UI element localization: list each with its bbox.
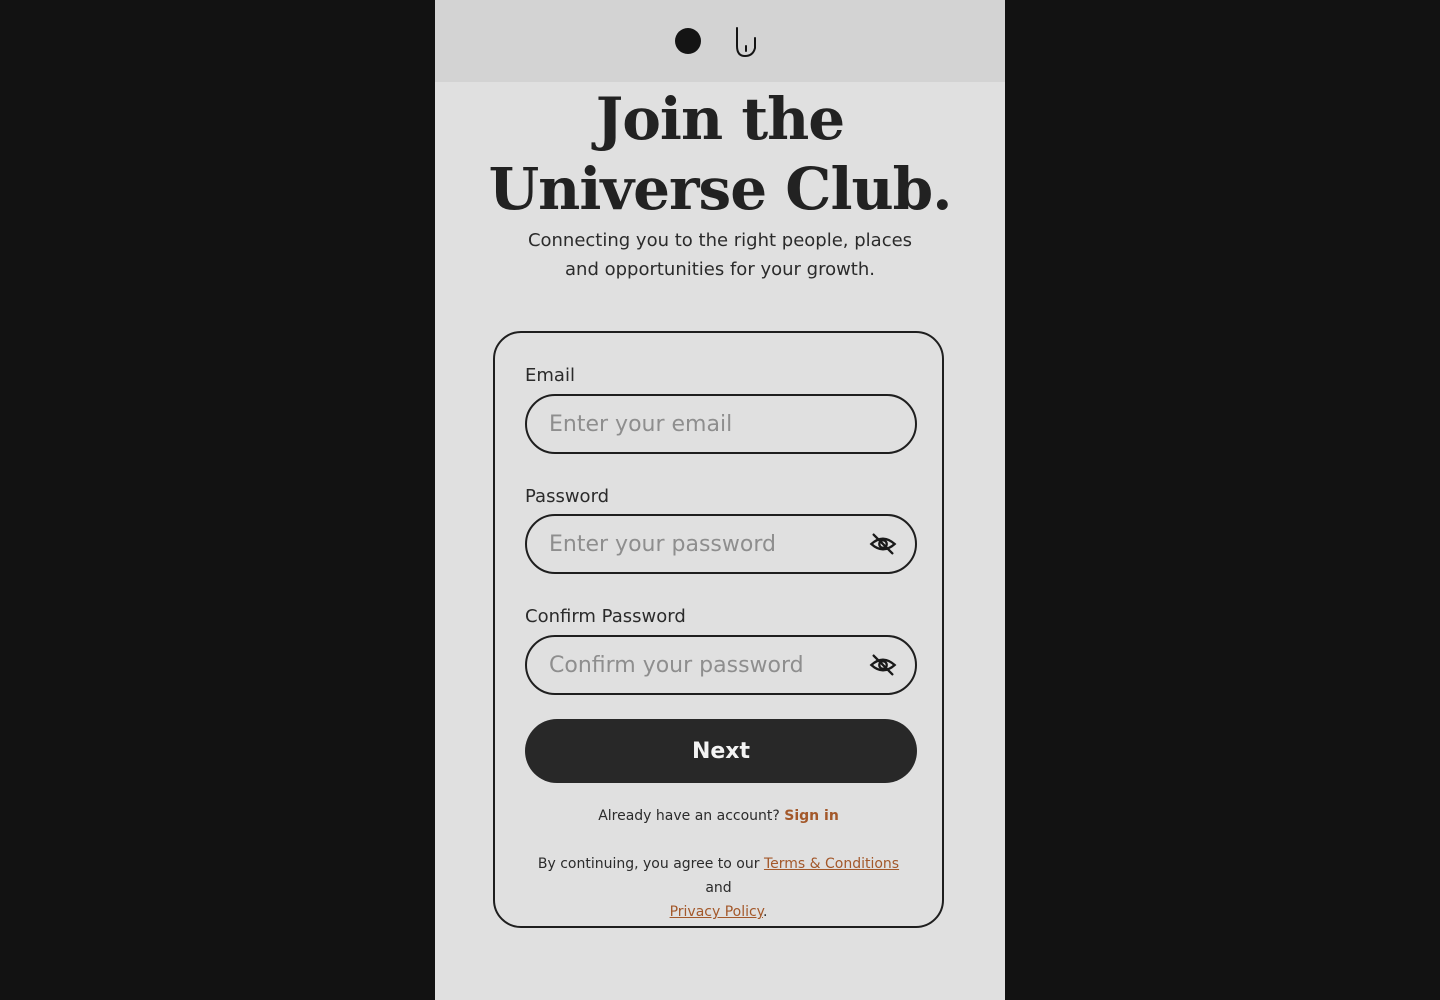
signin-prompt-text: Already have an account?: [598, 808, 780, 824]
confirm-password-label: Confirm Password: [525, 606, 686, 627]
signin-prompt-line: Already have an account? Sign in: [495, 808, 942, 824]
hook-u-logo-icon: [736, 27, 756, 58]
page-title-line-1: Join the: [595, 85, 845, 153]
legal-prefix-text: By continuing, you agree to our: [537, 856, 760, 872]
page-title-line-2: Universe Club.: [488, 155, 953, 223]
subtitle-line-2: and opportunities for your growth.: [565, 259, 875, 280]
circle-dot-icon: [675, 28, 701, 54]
subtitle-line-1: Connecting you to the right people, plac…: [527, 230, 913, 251]
page-subtitle: Connecting you to the right people, plac…: [520, 226, 920, 284]
eye-off-icon[interactable]: [869, 651, 897, 679]
sign-in-link[interactable]: Sign in: [784, 808, 839, 824]
confirm-password-field[interactable]: [549, 637, 849, 693]
email-field-container: [525, 394, 917, 454]
top-bar: [435, 0, 1005, 82]
password-field-container: [525, 514, 917, 574]
email-field[interactable]: [549, 396, 849, 452]
signup-card: Email Password Confirm Password Next Alr: [493, 331, 944, 928]
legal-suffix-text: .: [762, 904, 768, 920]
next-button[interactable]: Next: [525, 719, 917, 783]
terms-link[interactable]: Terms & Conditions: [764, 856, 899, 872]
privacy-policy-link[interactable]: Privacy Policy: [670, 904, 763, 920]
confirm-password-field-container: [525, 635, 917, 695]
mobile-screen: Join the Universe Club. Connecting you t…: [435, 0, 1005, 1000]
page-title: Join the Universe Club.: [435, 84, 1005, 224]
eye-off-icon[interactable]: [869, 530, 897, 558]
password-label: Password: [525, 486, 610, 507]
email-label: Email: [525, 365, 575, 386]
legal-conjunction-text: and: [705, 880, 732, 896]
legal-notice: By continuing, you agree to our Terms & …: [525, 852, 912, 924]
password-field[interactable]: [549, 516, 849, 572]
